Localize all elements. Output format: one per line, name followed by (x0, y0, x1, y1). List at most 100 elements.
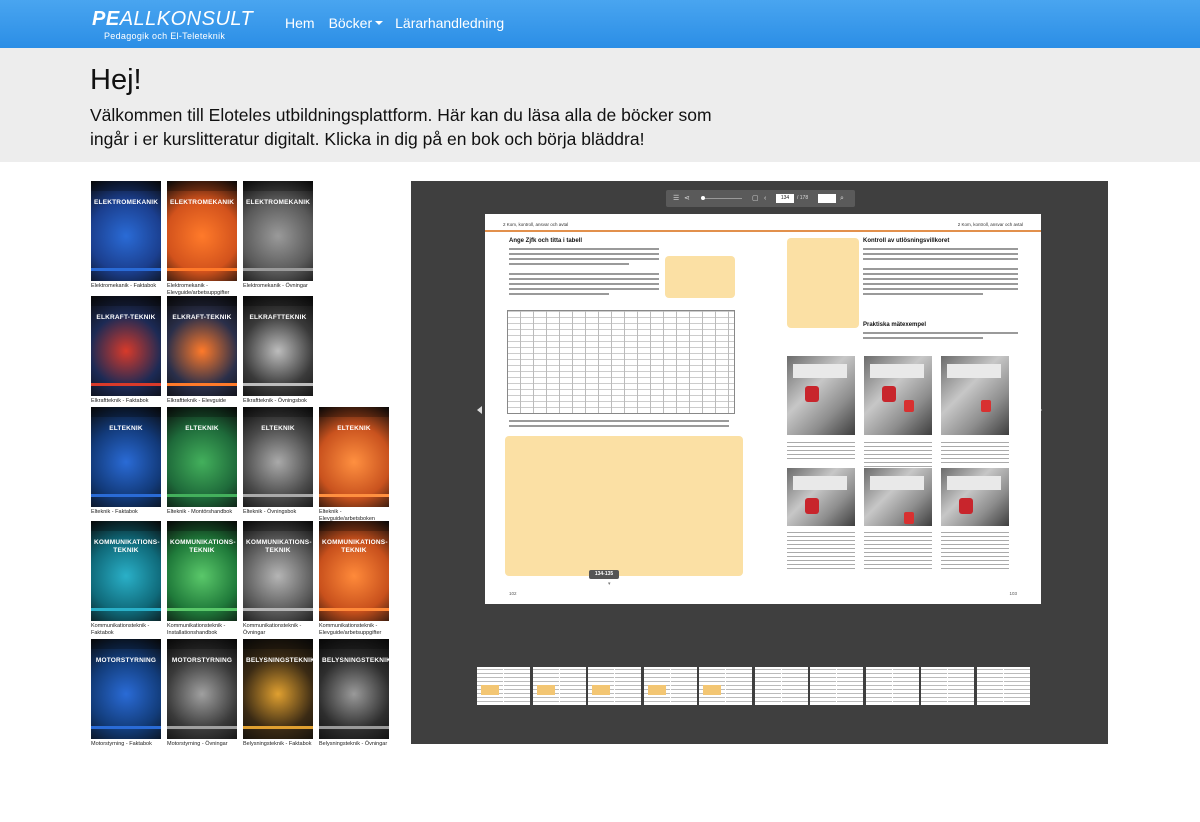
book-cover[interactable]: ELEKTROMEKANIK (243, 181, 313, 281)
book-label[interactable]: Kommunikationsteknik - Elevguide/arbetsu… (319, 623, 389, 636)
book-cover[interactable]: KOMMUNIKATIONS-TEKNIK (319, 521, 389, 621)
single-page-icon[interactable]: ▢ (752, 194, 759, 203)
photo-caption (941, 532, 1009, 572)
page-number-input[interactable]: 134 (776, 194, 794, 203)
book-cover[interactable]: ELTEKNIK (91, 407, 161, 507)
book-label[interactable]: Belysningsteknik - Faktabok (243, 741, 313, 748)
thumbnail-highlight (481, 685, 499, 695)
book-cover[interactable]: MOTORSTYRNING (91, 639, 161, 739)
book-card[interactable]: MOTORSTYRNING Motorstyrning - Faktabok (91, 639, 161, 748)
book-cover-title: KOMMUNIKATIONS-TEKNIK (322, 539, 388, 554)
thumbnail-right-page (504, 667, 530, 705)
cover-color-bar (243, 494, 313, 497)
previous-page-arrow[interactable] (477, 406, 482, 414)
book-label[interactable]: Kommunikationsteknik - Faktabok (91, 623, 161, 636)
book-cover[interactable]: KOMMUNIKATIONS-TEKNIK (167, 521, 237, 621)
nav-teacher-guide[interactable]: Lärarhandledning (395, 15, 504, 31)
book-card[interactable]: ELEKTROMEKANIK Elektromekanik - Elevguide… (167, 181, 237, 296)
book-card[interactable]: ELEKTROMEKANIK Elektromekanik - Övningar (243, 181, 313, 290)
book-label[interactable]: Elteknik - Övningsbok (243, 509, 313, 516)
book-cover-title: KOMMUNIKATIONS-TEKNIK (94, 539, 160, 554)
book-cover[interactable]: KOMMUNIKATIONS-TEKNIK (243, 521, 313, 621)
book-card[interactable]: KOMMUNIKATIONS-TEKNIK Kommunikationstekni… (243, 521, 313, 636)
book-label[interactable]: Elteknik - Faktabok (91, 509, 161, 516)
nav-home[interactable]: Hem (285, 15, 315, 31)
page-thumbnail[interactable] (921, 667, 974, 705)
book-card[interactable]: ELEKTROMEKANIK Elektromekanik - Faktabok (91, 181, 161, 290)
text-line (509, 288, 659, 290)
book-cover[interactable]: BELYSNINGSTEKNIK (243, 639, 313, 739)
book-card[interactable]: ELTEKNIK Elteknik - Montörshandbok (167, 407, 237, 516)
page-thumbnail[interactable] (477, 667, 530, 705)
book-card[interactable]: ELKRAFT-TEKNIK Elkraftteknik - Faktabok (91, 296, 161, 405)
text-line (863, 288, 1018, 290)
book-card[interactable]: KOMMUNIKATIONS-TEKNIK Kommunikationstekni… (319, 521, 389, 636)
cover-color-bar (243, 268, 313, 271)
book-card[interactable]: ELKRAFT-TEKNIK Elkraftteknik - Elevguide (167, 296, 237, 405)
page-thumbnail[interactable] (588, 667, 641, 705)
page-thumbnail[interactable] (810, 667, 863, 705)
book-label[interactable]: Elektromekanik - Faktabok (91, 283, 161, 290)
book-cover[interactable]: ELTEKNIK (243, 407, 313, 507)
book-card[interactable]: KOMMUNIKATIONS-TEKNIK Kommunikationstekni… (167, 521, 237, 636)
book-cover[interactable]: ELTEKNIK (319, 407, 389, 507)
book-card[interactable]: KOMMUNIKATIONS-TEKNIK Kommunikationstekni… (91, 521, 161, 636)
menu-icon[interactable]: ☰ (673, 194, 679, 203)
text-line (863, 268, 1018, 270)
book-card[interactable]: ELTEKNIK Elteknik - Övningsbok (243, 407, 313, 516)
prev-page-icon[interactable]: ‹ (764, 194, 766, 203)
search-input[interactable] (818, 194, 836, 203)
book-cover[interactable]: BELYSNINGSTEKNIK (319, 639, 389, 739)
page-thumbnail[interactable] (976, 667, 1030, 705)
cover-color-bar (167, 494, 237, 497)
zoom-slider-track[interactable] (702, 198, 742, 199)
right-page[interactable]: 2 Kom, kontroll, ansvar och avtal Kontro… (763, 214, 1041, 604)
cover-top-band (243, 181, 313, 191)
left-page[interactable]: 2 Kom, kontroll, ansvar och avtal Ange Z… (485, 214, 763, 604)
cover-top-band (243, 639, 313, 649)
share-icon[interactable]: ⋖ (684, 194, 690, 203)
book-label[interactable]: Kommunikationsteknik - Installationshand… (167, 623, 237, 636)
book-label[interactable]: Kommunikationsteknik - Övningar (243, 623, 313, 636)
book-cover-title: ELEKTROMEKANIK (170, 199, 235, 206)
book-cover-title: ELTEKNIK (261, 425, 295, 432)
chevron-down-icon[interactable]: ▾ (608, 581, 611, 587)
book-label[interactable]: Belysningsteknik - Övningar (319, 741, 389, 748)
book-cover[interactable]: ELEKTROMEKANIK (167, 181, 237, 281)
right-page-number: 103 (1009, 591, 1017, 596)
nav-books-dropdown[interactable]: Böcker (329, 15, 384, 31)
page-thumbnail[interactable] (754, 667, 808, 705)
page-thumbnail[interactable] (643, 667, 697, 705)
book-label[interactable]: Elektromekanik - Övningar (243, 283, 313, 290)
book-card[interactable]: MOTORSTYRNING Motorstyrning - Övningar (167, 639, 237, 748)
book-cover[interactable]: KOMMUNIKATIONS-TEKNIK (91, 521, 161, 621)
book-cover[interactable]: ELKRAFT-TEKNIK (91, 296, 161, 396)
book-label[interactable]: Elkraftteknik - Elevguide (167, 398, 237, 405)
zoom-slider-handle[interactable] (701, 196, 705, 200)
page-title: Hej! (90, 64, 142, 96)
page-thumbnail[interactable] (699, 667, 752, 705)
meter-photo (787, 468, 855, 526)
text-line (509, 293, 609, 295)
book-card[interactable]: BELYSNINGSTEKNIK Belysningsteknik - Fakta… (243, 639, 313, 748)
book-card[interactable]: ELKRAFTTEKNIK Elkraftteknik - Övningsbok (243, 296, 313, 405)
page-thumbnail[interactable] (865, 667, 919, 705)
header-rule (485, 230, 763, 232)
book-cover[interactable]: ELEKTROMEKANIK (91, 181, 161, 281)
book-cover[interactable]: ELTEKNIK (167, 407, 237, 507)
book-label[interactable]: Elkraftteknik - Övningsbok (243, 398, 313, 405)
brand-logo[interactable]: PEALLKONSULT Pedagogik och El-Teleteknik (92, 8, 253, 44)
book-label[interactable]: Elektromekanik - Elevguide/arbetsuppgift… (167, 283, 237, 296)
book-cover[interactable]: ELKRAFTTEKNIK (243, 296, 313, 396)
book-card[interactable]: ELTEKNIK Elteknik - Faktabok (91, 407, 161, 516)
book-label[interactable]: Motorstyrning - Faktabok (91, 741, 161, 748)
book-card[interactable]: ELTEKNIK Elteknik - Elevguide/arbetsboken (319, 407, 389, 522)
book-label[interactable]: Elteknik - Montörshandbok (167, 509, 237, 516)
book-card[interactable]: BELYSNINGSTEKNIK Belysningsteknik - Övnin… (319, 639, 389, 748)
search-icon[interactable]: ⌕ (840, 194, 844, 203)
page-thumbnail[interactable] (532, 667, 586, 705)
book-label[interactable]: Elkraftteknik - Faktabok (91, 398, 161, 405)
book-cover[interactable]: ELKRAFT-TEKNIK (167, 296, 237, 396)
book-label[interactable]: Motorstyrning - Övningar (167, 741, 237, 748)
book-cover[interactable]: MOTORSTYRNING (167, 639, 237, 739)
